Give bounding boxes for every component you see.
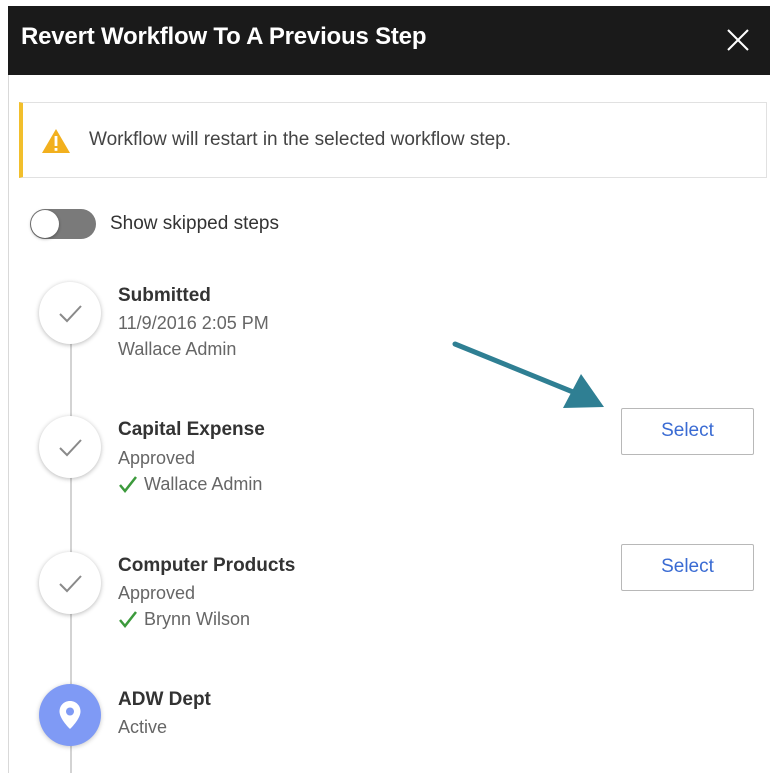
dialog-title: Revert Workflow To A Previous Step [21,23,427,50]
check-icon [59,439,82,457]
close-icon [727,29,749,51]
approver-name: Wallace Admin [144,474,263,494]
step-user: Wallace Admin [118,339,237,359]
step-node-adw-dept [39,684,101,746]
close-button[interactable] [721,23,755,57]
annotation-arrow-icon [452,341,604,408]
warning-icon [42,129,70,153]
step-node-capital-expense [39,416,101,478]
step-title: ADW Dept [118,689,211,710]
step-status: Approved [118,448,196,468]
step-approver: Brynn Wilson [118,609,250,630]
revert-workflow-dialog: Revert Workflow To A Previous Step Workf… [8,6,770,773]
check-icon [59,305,82,323]
select-button-computer-products[interactable]: Select [621,544,754,591]
check-icon [59,575,82,593]
step-status: Approved [118,583,196,603]
dialog-border [8,75,9,773]
step-node-computer-products [39,552,101,614]
green-check-icon [119,476,137,493]
warning-message: Workflow will restart in the selected wo… [89,129,512,150]
select-button-capital-expense[interactable]: Select [621,408,754,455]
toggle-label: Show skipped steps [110,213,279,234]
step-status: Active [118,717,168,737]
warning-banner: Workflow will restart in the selected wo… [19,102,767,178]
step-title: Submitted [118,285,211,306]
toggle-knob [31,210,59,238]
step-node-submitted [39,282,101,344]
show-skipped-steps-toggle[interactable] [30,209,96,239]
step-title: Computer Products [118,555,296,576]
step-title: Capital Expense [118,419,265,440]
step-approver: Wallace Admin [118,474,262,495]
location-pin-icon [59,701,81,729]
step-timestamp: 11/9/2016 2:05 PM [118,313,269,333]
dialog-header: Revert Workflow To A Previous Step [8,6,770,75]
green-check-icon [119,611,137,628]
approver-name: Brynn Wilson [144,609,251,629]
